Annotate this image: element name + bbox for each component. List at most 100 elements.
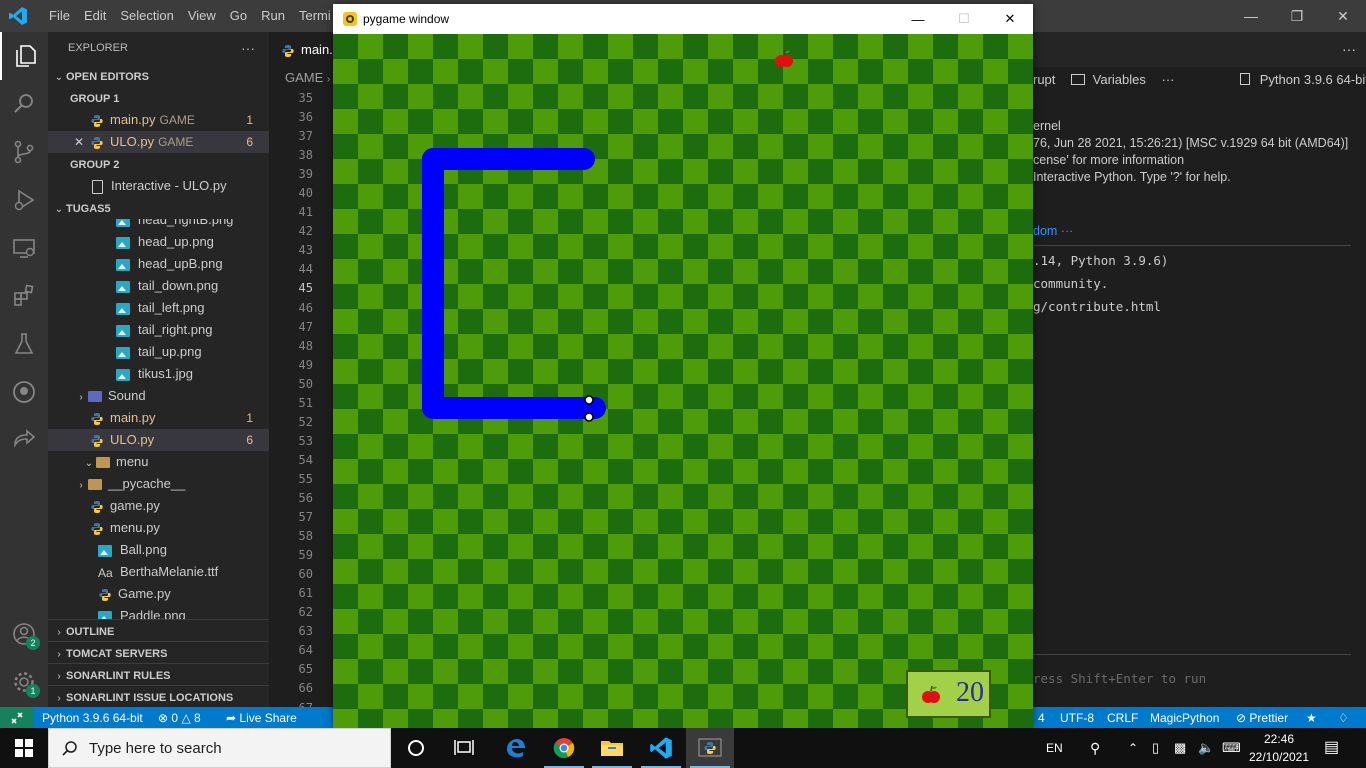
game-board[interactable]: 20 bbox=[333, 34, 1033, 728]
menu-run[interactable]: Run bbox=[254, 0, 292, 32]
remote-monitor-icon bbox=[13, 239, 35, 258]
tree-item[interactable]: head_upB.png bbox=[48, 253, 269, 275]
tree-item[interactable]: tail_left.png bbox=[48, 297, 269, 319]
vscode-minimize-button[interactable]: — bbox=[1228, 0, 1274, 32]
tree-item[interactable]: Paddle.png bbox=[48, 605, 269, 619]
menu-file[interactable]: File bbox=[42, 0, 77, 32]
network-icon[interactable]: ▩ bbox=[1174, 728, 1186, 768]
vscode-restore-button[interactable]: ❐ bbox=[1274, 0, 1320, 32]
tree-item[interactable]: tail_down.png bbox=[48, 275, 269, 297]
accounts-badge: 2 bbox=[26, 636, 40, 650]
line-number: 61 bbox=[298, 586, 313, 601]
tree-item[interactable]: game.py bbox=[48, 495, 269, 517]
live-share-status[interactable]: ➦ Live Share bbox=[226, 707, 297, 729]
menu-edit[interactable]: Edit bbox=[77, 0, 113, 32]
tree-item[interactable]: ⌄ menu bbox=[48, 451, 269, 473]
volume-icon[interactable]: 🔈 bbox=[1198, 728, 1214, 768]
breadcrumb[interactable]: GAME › bbox=[285, 67, 330, 89]
action-center-icon[interactable]: ▤ bbox=[1324, 728, 1339, 768]
kernel-picker[interactable]: Python 3.9.6 64-bit bbox=[1260, 72, 1366, 87]
battery-icon[interactable]: ▯ bbox=[1152, 728, 1159, 768]
problems-indicator[interactable]: ⊗ 0 △ 8 bbox=[158, 707, 201, 729]
tree-item[interactable]: Ball.png bbox=[48, 539, 269, 561]
edge-taskbar-button[interactable] bbox=[491, 728, 539, 768]
pygame-taskbar-button[interactable] bbox=[686, 728, 734, 768]
toolbar-more-icon[interactable]: ··· bbox=[1162, 72, 1175, 87]
vscode-taskbar-button[interactable] bbox=[637, 728, 685, 768]
live-share-activity[interactable] bbox=[0, 416, 48, 464]
tree-item[interactable]: head_up.png bbox=[48, 231, 269, 253]
remote-explorer-activity[interactable] bbox=[0, 224, 48, 272]
explorer-more-icon[interactable]: ··· bbox=[241, 32, 255, 64]
sonarlint-rules-section[interactable]: › SONARLINT RULES bbox=[48, 663, 269, 685]
accounts-activity[interactable]: 2 bbox=[0, 610, 48, 658]
testing-activity[interactable] bbox=[0, 320, 48, 368]
pygame-close-button[interactable]: ✕ bbox=[987, 4, 1033, 34]
eol-status[interactable]: CRLF bbox=[1107, 707, 1138, 729]
system-clock[interactable]: 22:46 22/10/2021 bbox=[1246, 730, 1312, 766]
tree-item[interactable]: Game.py bbox=[48, 583, 269, 605]
pygame-maximize-button[interactable]: ☐ bbox=[941, 4, 987, 34]
start-button[interactable] bbox=[0, 728, 48, 768]
interactive-input[interactable]: ress Shift+Enter to run bbox=[1033, 654, 1351, 704]
menu-go[interactable]: Go bbox=[223, 0, 254, 32]
tab-main-py[interactable]: main. bbox=[269, 32, 339, 67]
open-editor-ulo[interactable]: ✕ ULO.py GAME 6 bbox=[48, 131, 269, 153]
tree-item[interactable]: menu.py bbox=[48, 517, 269, 539]
notifications-icon[interactable]: ♢ bbox=[1338, 707, 1349, 729]
editor-more-icon[interactable]: ··· bbox=[1342, 32, 1356, 67]
interrupt-button[interactable]: rupt bbox=[1033, 72, 1055, 87]
input-language[interactable]: EN bbox=[1046, 728, 1063, 768]
workspace-section[interactable]: ⌄ TUGAS5 bbox=[48, 197, 269, 219]
encoding-status[interactable]: UTF-8 bbox=[1060, 707, 1094, 729]
close-icon[interactable]: ✕ bbox=[74, 131, 90, 153]
keyboard-icon[interactable]: ⌨ bbox=[1222, 728, 1241, 768]
task-view-button[interactable] bbox=[440, 728, 488, 768]
tree-item[interactable]: tail_up.png bbox=[48, 341, 269, 363]
prettier-status[interactable]: ⊘ Prettier bbox=[1236, 707, 1288, 729]
people-icon[interactable]: ⚲ bbox=[1090, 728, 1100, 768]
run-debug-activity[interactable] bbox=[0, 176, 48, 224]
tree-item[interactable]: head_rightB.png bbox=[48, 219, 269, 231]
tree-item[interactable]: ULO.py 6 bbox=[48, 429, 269, 451]
group2-header: GROUP 2 bbox=[48, 153, 269, 175]
chrome-taskbar-button[interactable] bbox=[540, 728, 588, 768]
explorer-activity[interactable] bbox=[0, 32, 48, 80]
tree-item[interactable]: Aa BerthaMelanie.ttf bbox=[48, 561, 269, 583]
sonarlint-issues-section[interactable]: › SONARLINT ISSUE LOCATIONS bbox=[48, 685, 269, 707]
open-editors-section[interactable]: ⌄ OPEN EDITORS bbox=[48, 65, 269, 87]
python-interpreter[interactable]: Python 3.9.6 64-bit bbox=[42, 707, 143, 729]
tree-item[interactable]: › Sound bbox=[48, 385, 269, 407]
cortana-button[interactable] bbox=[392, 728, 440, 768]
manage-activity[interactable]: 1 bbox=[0, 658, 48, 706]
document-icon bbox=[92, 179, 103, 194]
open-editor-interactive[interactable]: Interactive - ULO.py bbox=[48, 175, 269, 197]
tree-item[interactable]: main.py 1 bbox=[48, 407, 269, 429]
vscode-close-button[interactable]: ✕ bbox=[1320, 0, 1366, 32]
open-editor-main[interactable]: main.py GAME 1 bbox=[48, 109, 269, 131]
section-label: SONARLINT ISSUE LOCATIONS bbox=[66, 692, 234, 704]
pygame-minimize-button[interactable]: — bbox=[895, 4, 941, 34]
tomcat-section[interactable]: › TOMCAT SERVERS bbox=[48, 641, 269, 663]
feedback-icon[interactable]: ★ bbox=[1306, 707, 1317, 729]
tree-item[interactable]: › __pycache__ bbox=[48, 473, 269, 495]
remote-indicator[interactable] bbox=[0, 707, 34, 729]
tree-item[interactable]: tikus1.jpg bbox=[48, 363, 269, 385]
menu-view[interactable]: View bbox=[181, 0, 223, 32]
menu-terminal[interactable]: Termi bbox=[292, 0, 338, 32]
indentation-status[interactable]: 4 bbox=[1038, 707, 1045, 729]
file-explorer-taskbar-button[interactable] bbox=[588, 728, 636, 768]
language-status[interactable]: MagicPython bbox=[1150, 707, 1219, 729]
search-activity[interactable] bbox=[0, 80, 48, 128]
menu-selection[interactable]: Selection bbox=[113, 0, 180, 32]
variables-button[interactable]: Variables bbox=[1093, 72, 1146, 87]
show-hidden-icons-chevron-up-icon[interactable]: ⌃ bbox=[1128, 728, 1138, 768]
github-activity[interactable] bbox=[0, 368, 48, 416]
output-link[interactable]: dom ··· bbox=[1033, 224, 1073, 238]
extensions-activity[interactable] bbox=[0, 272, 48, 320]
outline-section[interactable]: › OUTLINE bbox=[48, 619, 269, 641]
tree-item[interactable]: tail_right.png bbox=[48, 319, 269, 341]
source-control-activity[interactable] bbox=[0, 128, 48, 176]
tree-item-label: Paddle.png bbox=[120, 608, 186, 619]
taskbar-search[interactable]: Type here to search bbox=[48, 728, 391, 768]
